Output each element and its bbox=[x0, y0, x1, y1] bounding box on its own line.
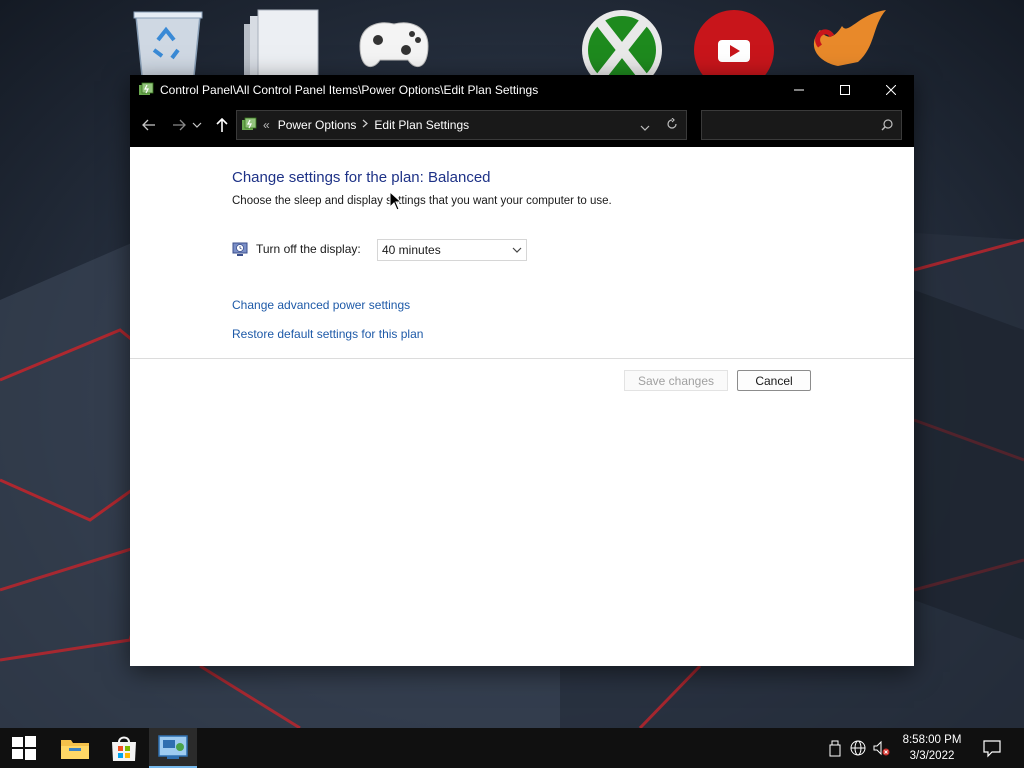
forward-arrow-icon bbox=[173, 119, 186, 131]
up-button[interactable] bbox=[210, 113, 234, 137]
start-button[interactable] bbox=[0, 728, 48, 768]
search-input[interactable] bbox=[701, 110, 902, 140]
address-dropdown-button[interactable] bbox=[640, 120, 650, 134]
clock-date: 3/3/2022 bbox=[909, 750, 955, 762]
usb-device-icon[interactable] bbox=[826, 739, 844, 757]
chevron-down-icon bbox=[192, 122, 202, 128]
cancel-button[interactable]: Cancel bbox=[737, 370, 811, 391]
minimize-icon bbox=[794, 89, 804, 90]
refresh-button[interactable] bbox=[666, 117, 678, 133]
page-title: Change settings for the plan: Balanced bbox=[232, 169, 491, 186]
clock-time: 8:58:00 PM bbox=[902, 734, 962, 746]
store-icon bbox=[112, 736, 136, 761]
page-description: Choose the sleep and display settings th… bbox=[232, 195, 612, 207]
breadcrumb-overflow[interactable]: « bbox=[263, 118, 270, 132]
chevron-down-icon bbox=[640, 125, 650, 131]
search-icon bbox=[881, 119, 893, 131]
save-changes-button[interactable]: Save changes bbox=[624, 370, 728, 391]
control-panel-window: Control Panel\All Control Panel Items\Po… bbox=[130, 75, 914, 666]
maximize-button[interactable] bbox=[822, 75, 868, 104]
restore-default-settings-link[interactable]: Restore default settings for this plan bbox=[232, 327, 423, 341]
close-button[interactable] bbox=[868, 75, 914, 104]
taskbar: 8:58:00 PM 3/3/2022 bbox=[0, 728, 1024, 768]
power-options-icon bbox=[242, 117, 257, 130]
up-arrow-icon bbox=[216, 118, 228, 132]
volume-muted-icon[interactable] bbox=[872, 739, 890, 757]
power-options-icon bbox=[139, 82, 154, 95]
divider bbox=[130, 358, 914, 359]
turn-off-display-label: Turn off the display: bbox=[256, 242, 361, 256]
display-timer-icon bbox=[232, 242, 248, 256]
microsoft-store-button[interactable] bbox=[100, 728, 148, 768]
address-bar[interactable]: « Power Options Edit Plan Settings bbox=[236, 110, 687, 140]
network-globe-icon[interactable] bbox=[849, 739, 867, 757]
control-panel-taskbar-button[interactable] bbox=[149, 728, 197, 768]
minimize-button[interactable] bbox=[776, 75, 822, 104]
breadcrumb-power-options[interactable]: Power Options bbox=[278, 118, 357, 132]
phoenix-app-icon[interactable] bbox=[798, 6, 890, 76]
control-panel-icon bbox=[158, 735, 188, 759]
folder-icon[interactable] bbox=[236, 6, 328, 77]
mouse-cursor-icon bbox=[389, 191, 403, 211]
xbox-icon[interactable] bbox=[576, 6, 668, 90]
edit-plan-settings-content: Change settings for the plan: Balanced C… bbox=[130, 147, 914, 666]
youtube-icon[interactable] bbox=[688, 6, 780, 90]
system-clock[interactable]: 8:58:00 PM 3/3/2022 bbox=[896, 732, 968, 764]
back-button[interactable] bbox=[137, 113, 161, 137]
breadcrumb-separator-icon bbox=[362, 119, 369, 131]
change-advanced-power-settings-link[interactable]: Change advanced power settings bbox=[232, 298, 410, 312]
recent-locations-button[interactable] bbox=[190, 113, 204, 137]
turn-off-display-value: 40 minutes bbox=[382, 243, 441, 257]
navigation-bar: « Power Options Edit Plan Settings bbox=[130, 104, 914, 147]
refresh-icon bbox=[667, 117, 677, 129]
title-bar[interactable]: Control Panel\All Control Panel Items\Po… bbox=[130, 75, 914, 104]
window-title: Control Panel\All Control Panel Items\Po… bbox=[160, 82, 539, 97]
maximize-icon bbox=[840, 84, 850, 95]
file-explorer-icon bbox=[61, 740, 89, 759]
close-icon bbox=[886, 84, 896, 95]
turn-off-display-select[interactable]: 40 minutes bbox=[377, 239, 527, 261]
file-explorer-button[interactable] bbox=[51, 728, 99, 768]
chevron-down-icon bbox=[512, 247, 522, 253]
breadcrumb-edit-plan-settings[interactable]: Edit Plan Settings bbox=[374, 118, 469, 132]
back-arrow-icon bbox=[142, 119, 155, 131]
notifications-icon[interactable] bbox=[982, 738, 1002, 758]
xbox-controller-icon[interactable] bbox=[348, 6, 440, 76]
recycle-bin-icon[interactable] bbox=[122, 6, 214, 77]
start-icon bbox=[12, 736, 36, 760]
forward-button[interactable] bbox=[167, 113, 191, 137]
